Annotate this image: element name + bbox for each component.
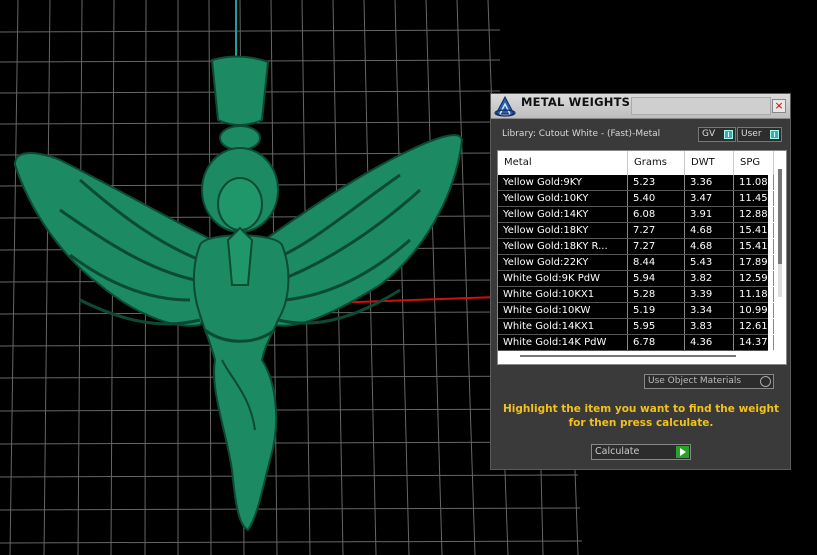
- angel-pendant-model: [13, 55, 464, 532]
- grams-cell: 8.44: [628, 255, 685, 270]
- grams-cell: 6.78: [628, 335, 685, 350]
- dwt-cell: 3.39: [685, 287, 734, 302]
- spg-cell: 12.88: [734, 207, 774, 222]
- table-row[interactable]: White Gold:10KW 5.19 3.34 10.99: [498, 303, 774, 319]
- dwt-cell: 5.43: [685, 255, 734, 270]
- metal-cell: Yellow Gold:18KY R...: [498, 239, 628, 254]
- metal-cell: Yellow Gold:10KY: [498, 191, 628, 206]
- table-row[interactable]: White Gold:14K PdW 6.78 4.36 14.37: [498, 335, 774, 351]
- toggle-knob-icon: [770, 130, 779, 139]
- spg-cell: 15.41: [734, 223, 774, 238]
- metal-cell: White Gold:14K PdW: [498, 335, 628, 350]
- grams-cell: 6.08: [628, 207, 685, 222]
- app-logo-icon: [494, 95, 516, 117]
- dwt-cell: 4.68: [685, 239, 734, 254]
- spg-cell: 17.89: [734, 255, 774, 270]
- spg-cell: 11.08: [734, 175, 774, 190]
- table-row[interactable]: Yellow Gold:14KY 6.08 3.91 12.88: [498, 207, 774, 223]
- metal-cell: White Gold:10KX1: [498, 287, 628, 302]
- metal-cell: Yellow Gold:9KY: [498, 175, 628, 190]
- dwt-cell: 3.36: [685, 175, 734, 190]
- table-header: Metal Grams DWT SPG: [498, 151, 774, 175]
- table-row[interactable]: White Gold:9K PdW 5.94 3.82 12.59: [498, 271, 774, 287]
- metal-weights-dialog: METAL WEIGHTS × Library: Cutout White - …: [490, 93, 791, 470]
- radio-circle-icon[interactable]: [760, 376, 771, 387]
- grams-cell: 5.19: [628, 303, 685, 318]
- spg-cell: 11.18: [734, 287, 774, 302]
- metal-cell: White Gold:9K PdW: [498, 271, 628, 286]
- table-row[interactable]: White Gold:14KX1 5.95 3.83 12.61: [498, 319, 774, 335]
- dwt-cell: 3.47: [685, 191, 734, 206]
- calculate-label: Calculate: [595, 446, 640, 457]
- dwt-cell: 3.83: [685, 319, 734, 334]
- metal-cell: Yellow Gold:22KY: [498, 255, 628, 270]
- dialog-titlebar[interactable]: METAL WEIGHTS ×: [491, 94, 790, 119]
- dwt-cell: 4.36: [685, 335, 734, 350]
- grams-cell: 5.28: [628, 287, 685, 302]
- column-header-spg[interactable]: SPG: [734, 151, 774, 175]
- column-header-dwt[interactable]: DWT: [685, 151, 734, 175]
- spg-cell: 12.59: [734, 271, 774, 286]
- dialog-title: METAL WEIGHTS: [521, 95, 631, 109]
- use-object-materials-label: Use Object Materials: [648, 376, 742, 386]
- table-body: Yellow Gold:9KY 5.23 3.36 11.08 Yellow Gold:…: [498, 175, 774, 351]
- grams-cell: 5.23: [628, 175, 685, 190]
- library-label: Library: Cutout White - (Fast)-Metal: [502, 129, 661, 139]
- dwt-cell: 3.82: [685, 271, 734, 286]
- user-toggle[interactable]: User: [737, 127, 782, 142]
- metal-cell: White Gold:14KX1: [498, 319, 628, 334]
- instruction-text: Highlight the item you want to find the …: [503, 403, 779, 429]
- user-label: User: [741, 129, 762, 139]
- grams-cell: 5.40: [628, 191, 685, 206]
- dwt-cell: 4.68: [685, 223, 734, 238]
- gv-toggle[interactable]: GV: [698, 127, 736, 142]
- grams-cell: 5.94: [628, 271, 685, 286]
- grams-cell: 5.95: [628, 319, 685, 334]
- grams-cell: 7.27: [628, 223, 685, 238]
- spg-cell: 11.45: [734, 191, 774, 206]
- close-icon[interactable]: ×: [772, 99, 786, 113]
- title-grip: [631, 97, 771, 115]
- metal-table[interactable]: Metal Grams DWT SPG Yellow Gold:9KY 5.23 3…: [497, 150, 787, 365]
- vertical-scrollbar-thumb[interactable]: [778, 169, 782, 264]
- column-header-metal[interactable]: Metal: [498, 151, 628, 175]
- metal-cell: Yellow Gold:14KY: [498, 207, 628, 222]
- table-row[interactable]: Yellow Gold:22KY 8.44 5.43 17.89: [498, 255, 774, 271]
- spg-cell: 14.37: [734, 335, 774, 350]
- dwt-cell: 3.91: [685, 207, 734, 222]
- dwt-cell: 3.34: [685, 303, 734, 318]
- table-row[interactable]: Yellow Gold:10KY 5.40 3.47 11.45: [498, 191, 774, 207]
- grams-cell: 7.27: [628, 239, 685, 254]
- spg-cell: 10.99: [734, 303, 774, 318]
- play-icon[interactable]: [676, 446, 689, 458]
- table-row[interactable]: Yellow Gold:18KY R... 7.27 4.68 15.41: [498, 239, 774, 255]
- column-header-grams[interactable]: Grams: [628, 151, 685, 175]
- table-row[interactable]: Yellow Gold:9KY 5.23 3.36 11.08: [498, 175, 774, 191]
- table-row[interactable]: White Gold:10KX1 5.28 3.39 11.18: [498, 287, 774, 303]
- spg-cell: 12.61: [734, 319, 774, 334]
- metal-cell: White Gold:10KW: [498, 303, 628, 318]
- horizontal-scrollbar[interactable]: [520, 355, 736, 357]
- metal-cell: Yellow Gold:18KY: [498, 223, 628, 238]
- table-row[interactable]: Yellow Gold:18KY 7.27 4.68 15.41: [498, 223, 774, 239]
- spg-cell: 15.41: [734, 239, 774, 254]
- gv-label: GV: [702, 129, 716, 139]
- toggle-knob-icon: [724, 130, 733, 139]
- calculate-button[interactable]: Calculate: [591, 444, 691, 460]
- use-object-materials-select[interactable]: Use Object Materials: [644, 374, 774, 389]
